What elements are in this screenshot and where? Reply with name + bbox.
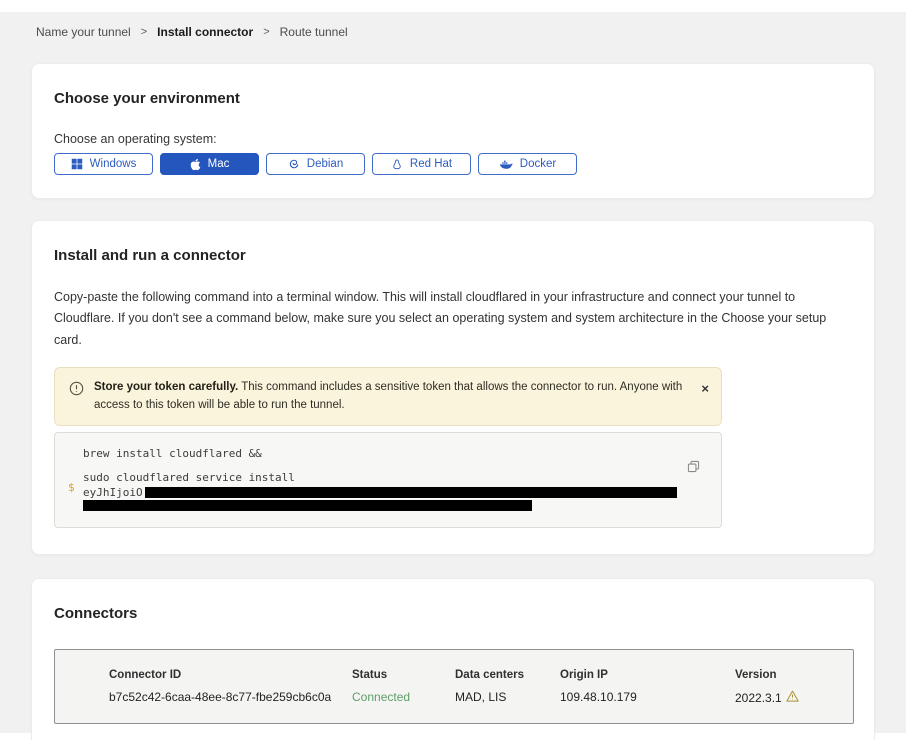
os-button-label: Mac <box>208 158 230 170</box>
breadcrumb-step-install-connector[interactable]: Install connector <box>157 25 253 39</box>
command-line-1: brew install cloudflared && <box>83 447 677 461</box>
os-button-mac[interactable]: Mac <box>160 153 259 175</box>
warning-triangle-icon <box>786 690 799 705</box>
breadcrumb-separator: > <box>263 26 269 38</box>
connectors-card-title: Connectors <box>54 605 852 622</box>
install-command-block: $ brew install cloudflared && sudo cloud… <box>54 432 722 529</box>
os-button-group: Windows Mac Debian <box>54 153 852 175</box>
os-button-label: Windows <box>90 158 137 170</box>
column-header-status: Status <box>352 669 455 690</box>
connectors-card: Connectors Connector ID Status Data cent… <box>31 578 875 740</box>
os-button-label: Docker <box>520 158 556 170</box>
redacted-token-bar <box>83 500 532 511</box>
environment-card-title: Choose your environment <box>54 90 852 107</box>
install-description: Copy-paste the following command into a … <box>54 287 852 351</box>
token-line: eyJhIjoiO <box>83 486 677 499</box>
breadcrumb-separator: > <box>141 26 147 38</box>
token-warning-banner: Store your token carefully. This command… <box>54 367 722 426</box>
os-button-docker[interactable]: Docker <box>478 153 577 175</box>
os-button-windows[interactable]: Windows <box>54 153 153 175</box>
choose-environment-card: Choose your environment Choose an operat… <box>31 63 875 199</box>
token-warning-text: Store your token carefully. This command… <box>94 378 687 415</box>
connector-version-value: 2022.3.1 <box>735 691 782 705</box>
os-button-label: Debian <box>307 158 343 170</box>
redacted-token-bar <box>145 487 677 498</box>
os-select-label: Choose an operating system: <box>54 132 852 146</box>
connector-status-badge: Connected <box>352 690 455 705</box>
connector-data-centers-value: MAD, LIS <box>455 690 560 705</box>
breadcrumb: Name your tunnel > Install connector > R… <box>0 12 906 39</box>
terminal-prompt: $ <box>68 481 75 494</box>
redhat-linux-icon <box>391 158 403 171</box>
column-header-connector-id: Connector ID <box>109 669 352 690</box>
alert-circle-icon <box>69 381 84 401</box>
install-card-title: Install and run a connector <box>54 247 852 264</box>
os-button-redhat[interactable]: Red Hat <box>372 153 471 175</box>
banner-close-icon[interactable]: × <box>701 382 709 395</box>
windows-icon <box>71 158 83 170</box>
breadcrumb-step-route-tunnel[interactable]: Route tunnel <box>280 25 348 39</box>
column-header-data-centers: Data centers <box>455 669 560 690</box>
connectors-table: Connector ID Status Data centers Origin … <box>54 649 854 724</box>
copy-icon <box>686 459 701 474</box>
debian-icon <box>288 158 300 170</box>
page: Name your tunnel > Install connector > R… <box>0 0 906 740</box>
os-button-debian[interactable]: Debian <box>266 153 365 175</box>
apple-icon <box>190 158 201 171</box>
connector-version-cell: 2022.3.1 <box>735 690 853 705</box>
token-prefix: eyJhIjoiO <box>83 486 143 499</box>
docker-icon <box>499 159 513 170</box>
connector-origin-ip-value: 109.48.10.179 <box>560 690 735 705</box>
connectors-table-header-row: Connector ID Status Data centers Origin … <box>109 669 853 690</box>
column-header-origin-ip: Origin IP <box>560 669 735 690</box>
page-background: Name your tunnel > Install connector > R… <box>0 12 906 733</box>
token-warning-bold: Store your token carefully. <box>94 381 238 393</box>
copy-command-button[interactable] <box>686 459 701 477</box>
breadcrumb-step-name-your-tunnel[interactable]: Name your tunnel <box>36 25 131 39</box>
column-header-version: Version <box>735 669 853 690</box>
command-line-2: sudo cloudflared service install <box>83 471 677 485</box>
install-connector-card: Install and run a connector Copy-paste t… <box>31 220 875 555</box>
connector-table-row: b7c52c42-6caa-48ee-8c77-fbe259cb6c0a Con… <box>109 690 853 705</box>
connector-id-value: b7c52c42-6caa-48ee-8c77-fbe259cb6c0a <box>109 690 352 705</box>
os-button-label: Red Hat <box>410 158 452 170</box>
